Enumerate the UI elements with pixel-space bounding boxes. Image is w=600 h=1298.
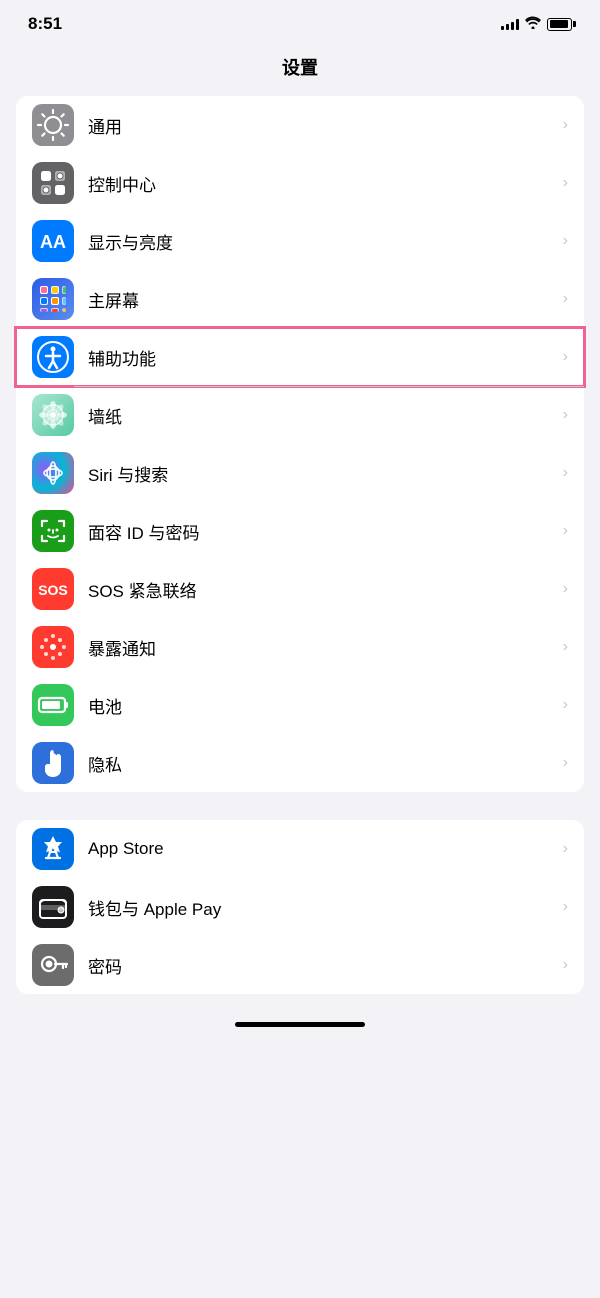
display-icon: AA: [32, 220, 74, 262]
settings-item-passwords[interactable]: 密码 ›: [16, 936, 584, 994]
siri-chevron: ›: [563, 464, 568, 482]
settings-item-control-center[interactable]: 控制中心 ›: [16, 154, 584, 212]
status-bar: 8:51: [0, 0, 600, 42]
exposure-chevron: ›: [563, 638, 568, 656]
display-label: 显示与亮度: [88, 229, 555, 254]
home-screen-icon: [32, 278, 74, 320]
settings-item-exposure[interactable]: 暴露通知 ›: [16, 618, 584, 676]
home-screen-chevron: ›: [563, 290, 568, 308]
general-icon: [32, 104, 74, 146]
settings-item-faceid[interactable]: 面容 ID 与密码 ›: [16, 502, 584, 560]
sos-label: SOS 紧急联络: [88, 577, 555, 602]
battery-icon: [32, 684, 74, 726]
wallet-chevron: ›: [563, 898, 568, 916]
wallet-icon: [32, 886, 74, 928]
settings-item-privacy[interactable]: 隐私 ›: [16, 734, 584, 792]
siri-icon: [32, 452, 74, 494]
passwords-icon: [32, 944, 74, 986]
settings-item-appstore[interactable]: App Store ›: [16, 820, 584, 878]
settings-item-general[interactable]: 通用 ›: [16, 96, 584, 154]
status-time: 8:51: [28, 14, 62, 34]
wallpaper-icon: [32, 394, 74, 436]
privacy-label: 隐私: [88, 751, 555, 776]
home-screen-label: 主屏幕: [88, 287, 555, 312]
battery-chevron: ›: [563, 696, 568, 714]
settings-item-siri[interactable]: Siri 与搜索 ›: [16, 444, 584, 502]
faceid-label: 面容 ID 与密码: [88, 519, 555, 544]
accessibility-chevron: ›: [563, 348, 568, 366]
control-center-label: 控制中心: [88, 171, 555, 196]
status-icons: [501, 16, 572, 32]
appstore-chevron: ›: [563, 840, 568, 858]
battery-label: 电池: [88, 693, 555, 718]
wifi-icon: [525, 16, 541, 32]
sos-chevron: ›: [563, 580, 568, 598]
appstore-label: App Store: [88, 839, 555, 859]
display-chevron: ›: [563, 232, 568, 250]
settings-item-home-screen[interactable]: 主屏幕 ›: [16, 270, 584, 328]
settings-item-battery[interactable]: 电池 ›: [16, 676, 584, 734]
wallet-label: 钱包与 Apple Pay: [88, 895, 555, 920]
appstore-icon: [32, 828, 74, 870]
signal-icon: [501, 18, 519, 30]
wallpaper-label: 墙纸: [88, 403, 555, 428]
settings-item-display[interactable]: AA 显示与亮度 ›: [16, 212, 584, 270]
privacy-icon: [32, 742, 74, 784]
sos-icon: SOS: [32, 568, 74, 610]
wallpaper-chevron: ›: [563, 406, 568, 424]
accessibility-label: 辅助功能: [88, 345, 555, 370]
settings-item-wallpaper[interactable]: 墙纸 ›: [16, 386, 584, 444]
control-center-icon: [32, 162, 74, 204]
svg-text:SOS: SOS: [38, 582, 68, 598]
settings-group-2: App Store › 钱包与 Apple Pay ›: [16, 820, 584, 994]
siri-label: Siri 与搜索: [88, 461, 555, 486]
passwords-chevron: ›: [563, 956, 568, 974]
general-chevron: ›: [563, 116, 568, 134]
faceid-icon: [32, 510, 74, 552]
faceid-chevron: ›: [563, 522, 568, 540]
battery-status-icon: [547, 18, 572, 31]
settings-group-1: 通用 › 控制中心 › AA 显示与亮度 ›: [16, 96, 584, 792]
accessibility-icon: [32, 336, 74, 378]
privacy-chevron: ›: [563, 754, 568, 772]
settings-item-wallet[interactable]: 钱包与 Apple Pay ›: [16, 878, 584, 936]
control-center-chevron: ›: [563, 174, 568, 192]
page-title: 设置: [0, 42, 600, 96]
passwords-label: 密码: [88, 953, 555, 978]
svg-text:AA: AA: [40, 232, 66, 252]
general-label: 通用: [88, 113, 555, 138]
settings-item-sos[interactable]: SOS SOS 紧急联络 ›: [16, 560, 584, 618]
settings-item-accessibility[interactable]: 辅助功能 ›: [16, 328, 584, 386]
exposure-icon: [32, 626, 74, 668]
home-indicator: [235, 1022, 365, 1027]
exposure-label: 暴露通知: [88, 635, 555, 660]
